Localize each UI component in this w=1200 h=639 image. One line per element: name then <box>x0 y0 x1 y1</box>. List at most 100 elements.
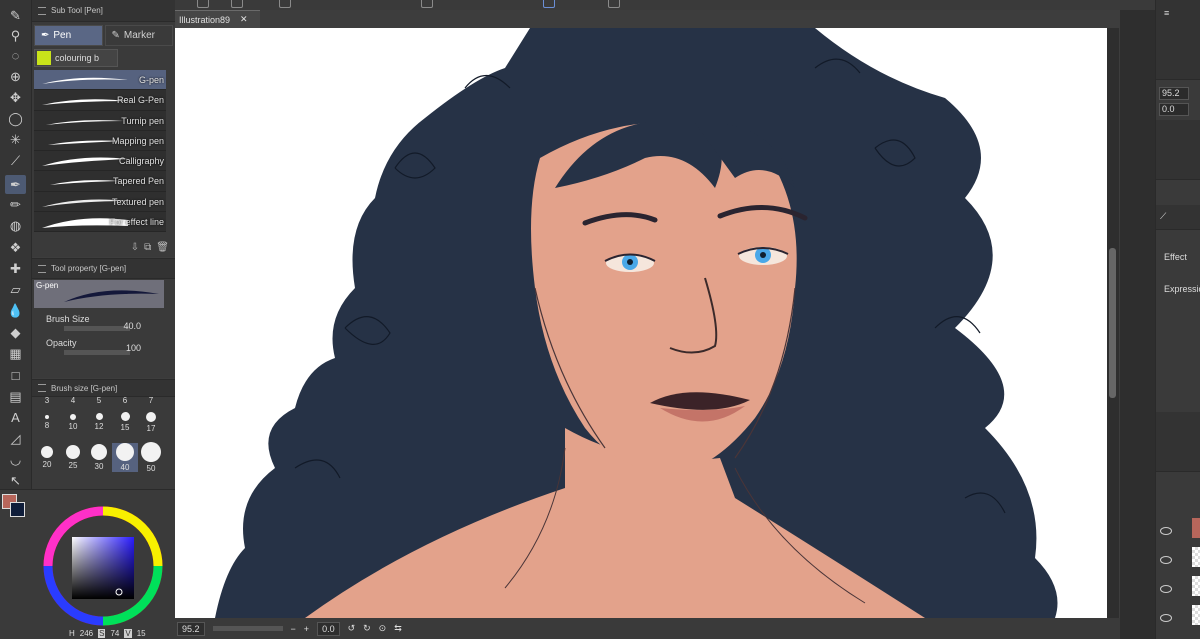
trash-icon[interactable]: 🗑 <box>156 242 169 253</box>
magic-wand-icon[interactable]: ✳ <box>5 130 26 149</box>
rotation-readout[interactable]: 0.0 <box>317 621 340 636</box>
object-tool-icon[interactable]: ↖ <box>5 471 26 490</box>
brush-item-g-pen[interactable]: G-pen <box>34 70 166 91</box>
brush-item-real-g-pen[interactable]: Real G-Pen <box>34 90 166 111</box>
blend-tool-icon[interactable]: 💧 <box>5 301 26 320</box>
size-5[interactable]: 5 <box>86 396 112 405</box>
opacity-value[interactable]: 100 <box>126 343 141 353</box>
rotate-left-icon[interactable]: ↺ <box>348 623 356 634</box>
brush-item-tapered-pen[interactable]: Tapered Pen <box>34 171 166 192</box>
eraser-icon[interactable]: ▱ <box>5 280 26 299</box>
navigator-zoom[interactable]: 95.2 <box>1159 87 1189 100</box>
reset-rotation-icon[interactable]: ⊙ <box>379 623 387 634</box>
size-30[interactable]: 30 <box>86 444 112 471</box>
brush-item-mapping-pen[interactable]: Mapping pen <box>34 130 166 152</box>
lasso-tool-icon[interactable]: ◯ <box>5 109 26 128</box>
zoom-in-icon[interactable]: + <box>304 624 309 634</box>
brush-item-turnip-pen[interactable]: Turnip pen <box>34 110 166 131</box>
flip-icon[interactable]: ⇆ <box>394 623 402 634</box>
size-50[interactable]: 50 <box>138 442 164 473</box>
layer-thumbnail[interactable] <box>1192 518 1200 538</box>
brush-item-calligraphy[interactable]: Calligraphy <box>34 151 166 172</box>
tab-pen[interactable]: ✒ Pen <box>34 25 103 46</box>
size-15[interactable]: 15 <box>112 412 138 432</box>
airbrush-icon[interactable]: ✚ <box>5 259 26 278</box>
tab-marker[interactable]: ✎ Marker <box>104 25 173 46</box>
zoom-readout[interactable]: 95.2 <box>177 621 205 636</box>
zoom-slider[interactable] <box>212 626 283 631</box>
size-4[interactable]: 4 <box>60 396 86 405</box>
eyedropper-icon[interactable]: ⟋ <box>5 151 26 170</box>
brush-size-value[interactable]: 40.0 <box>123 321 141 331</box>
layer-thumbnail[interactable] <box>1192 605 1200 625</box>
eyedropper-icon[interactable]: ⟋ <box>1160 211 1166 222</box>
pen-tool-icon[interactable]: ✒ <box>5 175 26 194</box>
color-wheel[interactable] <box>37 504 167 634</box>
rotate-right-icon[interactable]: ↻ <box>363 623 371 634</box>
size-10[interactable]: 10 <box>60 414 86 431</box>
import-icon[interactable]: ⇩ <box>131 242 139 253</box>
brush-item-textured-pen[interactable]: Textured pen <box>34 191 166 213</box>
s-value: 74 <box>110 629 120 638</box>
canvas[interactable] <box>175 28 1107 618</box>
text-tool-icon[interactable]: A <box>5 408 26 427</box>
size-6[interactable]: 6 <box>112 396 138 405</box>
comment-icon[interactable] <box>608 0 620 8</box>
fill-tool-icon[interactable]: ◆ <box>5 323 26 342</box>
document-tab[interactable]: Illustration89 ✕ <box>175 10 260 28</box>
decoration-tool-icon[interactable]: ❖ <box>5 238 26 257</box>
layer-move-icon[interactable]: ⊕ <box>5 67 26 86</box>
eye-icon[interactable] <box>1160 585 1172 593</box>
frame-tool-icon[interactable]: ▤ <box>5 387 26 406</box>
zoom-out-icon[interactable]: − <box>291 624 296 634</box>
expression-label: Expressio <box>1164 284 1200 294</box>
layer-thumbnail[interactable] <box>1192 547 1200 567</box>
gradient-tool-icon[interactable]: ▦ <box>5 344 26 363</box>
pencil-tool-icon[interactable]: ✏ <box>5 195 26 214</box>
layer-thumbnail[interactable] <box>1192 576 1200 596</box>
document-title: Illustration89 <box>179 14 231 25</box>
brush-tool-icon[interactable]: ◍ <box>5 216 26 235</box>
effect-label: Effect <box>1164 252 1187 262</box>
menu-grip-icon[interactable] <box>38 6 46 15</box>
size-7[interactable]: 7 <box>138 396 164 405</box>
pen-tool-header-icon[interactable]: ✎ <box>5 6 26 25</box>
move-tool-icon[interactable]: ✥ <box>5 88 26 107</box>
size-17[interactable]: 17 <box>138 412 164 433</box>
eye-icon[interactable] <box>1160 527 1172 535</box>
correct-line-icon[interactable]: ◡ <box>5 450 26 469</box>
size-25[interactable]: 25 <box>60 445 86 470</box>
balloon-tool-icon[interactable]: ◿ <box>5 429 26 448</box>
ruler-icon[interactable] <box>543 0 555 8</box>
scroll-thumb[interactable] <box>1109 248 1116 398</box>
zoom-tool-icon[interactable]: ⚲ <box>5 26 26 45</box>
subtool-group-button[interactable]: colouring b <box>34 49 118 67</box>
canvas-vertical-scrollbar[interactable] <box>1107 28 1119 618</box>
size-12[interactable]: 12 <box>86 413 112 431</box>
size-label: 8 <box>44 421 50 430</box>
brush-item-effect-line[interactable]: For effect line <box>34 212 166 233</box>
size-label: 30 <box>94 462 104 471</box>
new-icon[interactable] <box>197 0 209 8</box>
menu-grip-icon[interactable] <box>38 384 46 392</box>
size-3[interactable]: 3 <box>34 396 60 405</box>
figure-tool-icon[interactable]: □ <box>5 366 26 385</box>
close-icon[interactable]: ✕ <box>240 14 248 25</box>
brush-list: G-pen Real G-Pen Turnip pen Mapping pen … <box>34 70 166 233</box>
size-40[interactable]: 40 <box>112 443 138 472</box>
eye-icon[interactable] <box>1160 556 1172 564</box>
sub-color-swatch[interactable] <box>10 502 25 517</box>
navigator-rotate[interactable]: 0.0 <box>1159 103 1189 116</box>
size-8[interactable]: 8 <box>34 415 60 430</box>
eye-icon[interactable] <box>1160 614 1172 622</box>
duplicate-icon[interactable]: ⧉ <box>144 242 151 253</box>
save-icon[interactable] <box>231 0 243 8</box>
size-20[interactable]: 20 <box>34 446 60 469</box>
brush-size-slider[interactable] <box>64 326 130 331</box>
opacity-slider[interactable] <box>64 350 130 355</box>
transform-icon[interactable] <box>421 0 433 8</box>
menu-grip-icon[interactable]: ≡ <box>1164 8 1169 18</box>
operation-tool-icon[interactable]: ◌ <box>5 46 26 65</box>
undo-icon[interactable] <box>279 0 291 8</box>
menu-grip-icon[interactable] <box>38 264 46 273</box>
